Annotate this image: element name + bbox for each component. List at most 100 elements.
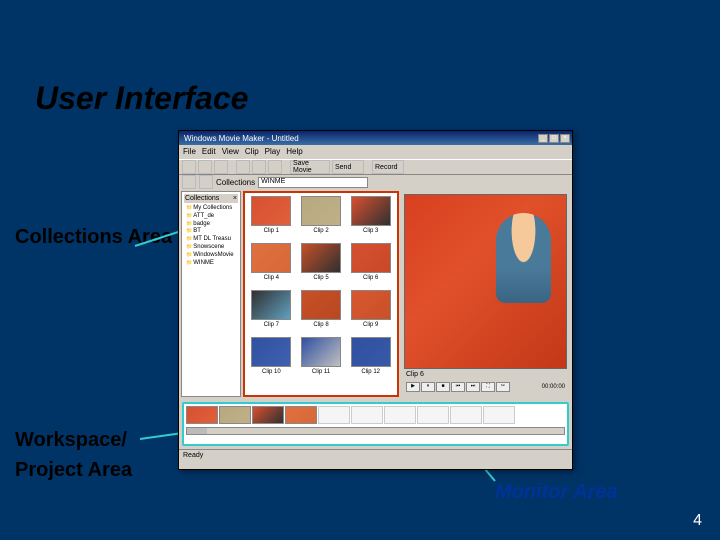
clip-label: Clip 8 [313,322,328,328]
toolbar-open-icon[interactable] [198,160,212,174]
clip-item[interactable]: Clip 9 [347,290,394,334]
clip-label: Clip 12 [361,369,380,375]
menubar: File Edit View Clip Play Help [179,145,572,159]
clip-thumbnail [251,290,291,320]
fullscreen-button-icon[interactable]: ⛶ [481,382,495,392]
menu-view[interactable]: View [222,147,239,157]
nav-back-icon[interactable] [182,175,196,189]
pause-button-icon[interactable]: ⏸ [421,382,435,392]
clip-item[interactable]: Clip 4 [248,243,295,287]
location-dropdown[interactable]: WINME [258,177,368,188]
clip-label: Clip 1 [264,228,279,234]
menu-help[interactable]: Help [286,147,302,157]
toolbar-cut-icon[interactable] [236,160,250,174]
toolbar-new-icon[interactable] [182,160,196,174]
video-frame [405,195,566,368]
clip-thumbnail [351,337,391,367]
location-bar: Collections WINME [179,175,572,189]
close-button[interactable]: × [560,134,570,143]
timeline-cell[interactable] [351,406,383,424]
toolbar-record[interactable]: Record [372,160,404,174]
maximize-button[interactable]: □ [549,134,559,143]
toolbar-paste-icon[interactable] [268,160,282,174]
clip-item[interactable]: Clip 6 [347,243,394,287]
label-collections-area: Collections Area [15,225,172,249]
collections-tree[interactable]: My Collections ATT_de badge BT MT DL Tre… [184,203,238,269]
clip-label: Clip 9 [363,322,378,328]
timeline-cell[interactable] [186,406,218,424]
timeline-cell[interactable] [417,406,449,424]
clip-label: Clip 4 [264,275,279,281]
clip-item[interactable]: Clip 5 [298,243,345,287]
location-label: Collections [216,178,255,187]
toolbar-save-movie[interactable]: Save Movie [290,160,330,174]
timeline-cell[interactable] [483,406,515,424]
menu-play[interactable]: Play [265,147,281,157]
clip-item[interactable]: Clip 2 [298,196,345,240]
timeline-cell[interactable] [252,406,284,424]
window-controls: _ □ × [538,134,570,143]
next-button-icon[interactable]: ⏭ [466,382,480,392]
titlebar[interactable]: Windows Movie Maker - Untitled _ □ × [179,131,572,145]
stop-button-icon[interactable]: ■ [436,382,450,392]
tree-item[interactable]: badge [186,221,236,229]
monitor-video[interactable] [404,194,567,369]
slide-title: User Interface [35,80,248,117]
clip-label: Clip 7 [264,322,279,328]
clip-item[interactable]: Clip 7 [248,290,295,334]
clip-thumbnail [251,243,291,273]
label-monitor-area: Monitor Area [495,480,618,504]
clip-item[interactable]: Clip 8 [298,290,345,334]
menu-clip[interactable]: Clip [245,147,259,157]
label-workspace: Workspace/ [15,428,127,452]
timeline-cell[interactable] [219,406,251,424]
clip-thumbnail [351,196,391,226]
play-button-icon[interactable]: ▶ [406,382,420,392]
clip-thumbnail [351,290,391,320]
tree-item[interactable]: WINME [186,260,236,268]
monitor-panel: Clip 6 ▶ ⏸ ■ ⏮ ⏭ ⛶ ✂ 00:00:00 [401,191,570,397]
toolbar-send[interactable]: Send [332,160,364,174]
movie-maker-window: Windows Movie Maker - Untitled _ □ × Fil… [178,130,573,470]
clip-thumbnail [301,337,341,367]
timeline-cell[interactable] [285,406,317,424]
tree-item[interactable]: MT DL Treasu [186,236,236,244]
collections-close-icon[interactable]: × [233,195,237,202]
toolbar-save-icon[interactable] [214,160,228,174]
clip-thumbnail [301,290,341,320]
tree-item[interactable]: WindowsMovie [186,252,236,260]
timeline-cell[interactable] [384,406,416,424]
label-project-area: Project Area [15,458,132,482]
collections-header: Collections × [184,194,238,203]
monitor-timecode: 00:00:00 [542,384,565,390]
clip-label: Clip 10 [262,369,281,375]
status-bar: Ready [179,449,572,463]
toolbar-copy-icon[interactable] [252,160,266,174]
timeline-panel [182,402,569,446]
window-title: Windows Movie Maker - Untitled [181,134,538,143]
split-button-icon[interactable]: ✂ [496,382,510,392]
clip-item[interactable]: Clip 11 [298,337,345,381]
clip-item[interactable]: Clip 10 [248,337,295,381]
tree-item[interactable]: My Collections [186,205,236,213]
timeline-cell[interactable] [450,406,482,424]
nav-up-icon[interactable] [199,175,213,189]
menu-edit[interactable]: Edit [202,147,216,157]
minimize-button[interactable]: _ [538,134,548,143]
timeline-cell[interactable] [318,406,350,424]
monitor-clip-label: Clip 6 [404,369,567,380]
clip-item[interactable]: Clip 1 [248,196,295,240]
clip-thumbnail [301,196,341,226]
tree-item[interactable]: ATT_de [186,213,236,221]
tree-item[interactable]: Snowscene [186,244,236,252]
clip-thumbnail [251,196,291,226]
timeline-scrollbar[interactable] [186,427,565,435]
page-number: 4 [693,512,702,530]
clip-item[interactable]: Clip 3 [347,196,394,240]
clip-label: Clip 2 [313,228,328,234]
tree-item[interactable]: BT [186,228,236,236]
menu-file[interactable]: File [183,147,196,157]
timeline-track[interactable] [186,406,565,424]
prev-button-icon[interactable]: ⏮ [451,382,465,392]
clip-item[interactable]: Clip 12 [347,337,394,381]
